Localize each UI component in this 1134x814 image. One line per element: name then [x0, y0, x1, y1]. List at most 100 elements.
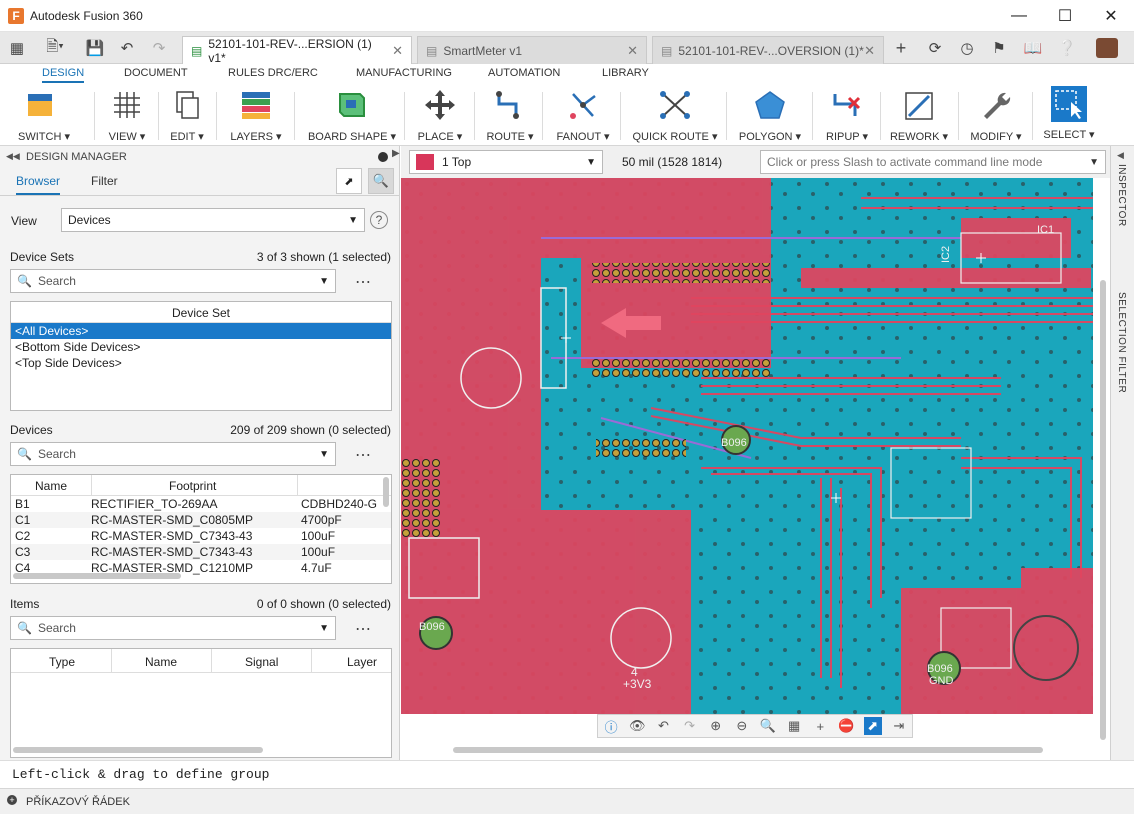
stop-icon[interactable]: ⛔	[837, 717, 855, 735]
ribbon-tab-automation[interactable]: AUTOMATION	[488, 67, 560, 79]
close-window-button[interactable]: ✕	[1088, 0, 1134, 32]
list-item[interactable]: <All Devices>	[11, 323, 391, 339]
apps-grid-icon[interactable]: ▦	[6, 38, 28, 58]
more-options-icon[interactable]: ⋯	[355, 619, 372, 639]
tab-browser[interactable]: Browser	[16, 174, 61, 195]
notifications-icon[interactable]: ⚑	[988, 38, 1010, 58]
zoom-in-icon[interactable]: ⊕	[707, 717, 725, 735]
column-header-signal[interactable]: Signal	[245, 655, 278, 669]
column-header-layer[interactable]: Layer	[347, 655, 377, 669]
layers-group[interactable]: LAYERS ▾	[226, 86, 286, 144]
horizontal-scrollbar[interactable]	[13, 747, 263, 753]
close-tab-icon[interactable]: ✕	[392, 43, 403, 59]
quick-route-group[interactable]: QUICK ROUTE ▾	[630, 86, 720, 144]
minimize-button[interactable]: —	[996, 0, 1042, 32]
inspector-tab[interactable]: INSPECTOR	[1116, 164, 1127, 227]
column-header-footprint[interactable]: Footprint	[169, 479, 216, 493]
options-icon[interactable]: ⇥	[890, 717, 908, 735]
ripup-group[interactable]: RIPUP ▾	[820, 86, 874, 144]
help-icon[interactable]: ?	[370, 211, 388, 229]
ribbon-divider	[620, 92, 621, 140]
table-row[interactable]: C1 RC-MASTER-SMD_C0805MP 4700pF	[11, 512, 391, 528]
fanout-group[interactable]: FANOUT ▾	[552, 86, 614, 144]
ribbon-tab-document[interactable]: DOCUMENT	[124, 67, 188, 79]
expand-icon[interactable]: ◀	[1117, 150, 1124, 161]
ribbon-tab-design[interactable]: DESIGN	[42, 67, 85, 83]
info-icon[interactable]: ⓘ	[602, 717, 620, 735]
column-header[interactable]: Device Set	[11, 302, 391, 323]
ribbon-tab-rules[interactable]: RULES DRC/ERC	[228, 67, 318, 79]
view-group[interactable]: VIEW ▾	[104, 86, 150, 144]
undo-icon[interactable]: ↶	[654, 717, 672, 735]
canvas-vertical-scrollbar[interactable]	[1100, 280, 1106, 740]
canvas-horizontal-scrollbar[interactable]	[453, 747, 1043, 753]
column-header-name[interactable]: Name	[145, 655, 177, 669]
zoom-fit-icon[interactable]: 🔍	[759, 717, 777, 735]
tab-design-active[interactable]: ▤ 52101-101-REV-...ERSION (1) v1* ✕	[182, 36, 412, 65]
redo-icon[interactable]: ↷	[148, 38, 170, 58]
devices-search[interactable]: 🔍 Search ▼	[10, 442, 336, 466]
table-row[interactable]: C2 RC-MASTER-SMD_C7343-43 100uF	[11, 528, 391, 544]
close-tab-icon[interactable]: ✕	[627, 43, 638, 59]
horizontal-scrollbar[interactable]	[13, 573, 181, 579]
device-sets-search[interactable]: 🔍 Search ▼	[10, 269, 336, 293]
help-icon[interactable]: ❔	[1056, 38, 1078, 58]
selection-filter-tab[interactable]: SELECTION FILTER	[1116, 292, 1127, 393]
items-search[interactable]: 🔍 Search ▼	[10, 616, 336, 640]
extensions-icon[interactable]: ⟳	[924, 38, 946, 58]
vertical-scrollbar[interactable]	[383, 477, 389, 507]
collapse-icon[interactable]: ◀◀	[6, 151, 20, 162]
save-icon[interactable]: 💾	[84, 38, 106, 58]
switch-group[interactable]: SWITCH ▾	[12, 86, 76, 144]
tab-smartmeter[interactable]: ▤ SmartMeter v1 ✕	[417, 36, 647, 64]
ribbon-tab-manufacturing[interactable]: MANUFACTURING	[356, 67, 452, 79]
panel-menu-icon[interactable]: ▶	[392, 148, 400, 159]
eye-icon[interactable]: 👁	[628, 717, 646, 735]
ribbon-tab-bar: DESIGN DOCUMENT RULES DRC/ERC MANUFACTUR…	[0, 64, 1134, 86]
column-header-type[interactable]: Type	[49, 655, 75, 669]
place-group[interactable]: PLACE ▾	[414, 86, 466, 144]
select-pointer-icon[interactable]: ⬈	[336, 168, 362, 194]
layer-select[interactable]: 1 Top ▼	[409, 150, 603, 174]
zoom-out-icon[interactable]: ⊖	[733, 717, 751, 735]
select-group[interactable]: SELECT ▾	[1040, 86, 1098, 144]
undo-icon[interactable]: ↶	[116, 38, 138, 58]
grid-icon[interactable]: ▦	[785, 717, 803, 735]
tab-filter[interactable]: Filter	[91, 174, 118, 188]
ripup-icon	[831, 89, 863, 121]
rework-group[interactable]: REWORK ▾	[888, 86, 950, 144]
new-tab-icon[interactable]: +	[890, 38, 912, 58]
user-avatar[interactable]	[1096, 38, 1118, 58]
tab-design-2[interactable]: ▤ 52101-101-REV-...OVERSION (1)* ✕	[652, 36, 884, 64]
close-tab-icon[interactable]: ✕	[864, 43, 875, 59]
polygon-group[interactable]: POLYGON ▾	[736, 86, 804, 144]
list-item[interactable]: <Bottom Side Devices>	[11, 339, 391, 355]
job-status-icon[interactable]: ◷	[956, 38, 978, 58]
column-header-name[interactable]: Name	[35, 479, 67, 493]
add-icon[interactable]: +	[7, 795, 17, 805]
edit-group[interactable]: EDIT ▾	[164, 86, 210, 144]
panel-pin-icon[interactable]	[378, 152, 388, 162]
pcb-label: B096	[419, 621, 445, 633]
more-options-icon[interactable]: ⋯	[355, 445, 372, 465]
command-line-label[interactable]: PŘÍKAZOVÝ ŘÁDEK	[26, 796, 130, 808]
modify-group[interactable]: MODIFY ▾	[966, 86, 1026, 144]
list-item[interactable]: <Top Side Devices>	[11, 355, 391, 371]
table-row[interactable]: C3 RC-MASTER-SMD_C7343-43 100uF	[11, 544, 391, 560]
command-line-input[interactable]: Click or press Slash to activate command…	[760, 150, 1106, 174]
pcb-canvas[interactable]: IC1 IC2 B096 GND +3V3 4 B096 B096	[401, 178, 1093, 714]
learning-icon[interactable]: 📖	[1022, 38, 1044, 58]
chevron-down-icon: ▼	[319, 275, 329, 287]
table-row[interactable]: B1 RECTIFIER_TO-269AA CDBHD240-G	[11, 496, 391, 512]
view-select[interactable]: Devices ▼	[61, 208, 365, 232]
zoom-to-selection-icon[interactable]: 🔍	[368, 168, 394, 194]
board-shape-group[interactable]: BOARD SHAPE ▾	[306, 86, 398, 144]
crosshair-icon[interactable]: +	[811, 717, 829, 735]
file-menu-icon[interactable]: 🗎▾	[38, 38, 72, 58]
route-group[interactable]: ROUTE ▾	[482, 86, 538, 144]
redo-icon[interactable]: ↷	[681, 717, 699, 735]
more-options-icon[interactable]: ⋯	[355, 272, 372, 292]
maximize-button[interactable]: ☐	[1042, 0, 1088, 32]
select-icon[interactable]: ⬈	[863, 717, 882, 735]
ribbon-tab-library[interactable]: LIBRARY	[602, 67, 649, 79]
